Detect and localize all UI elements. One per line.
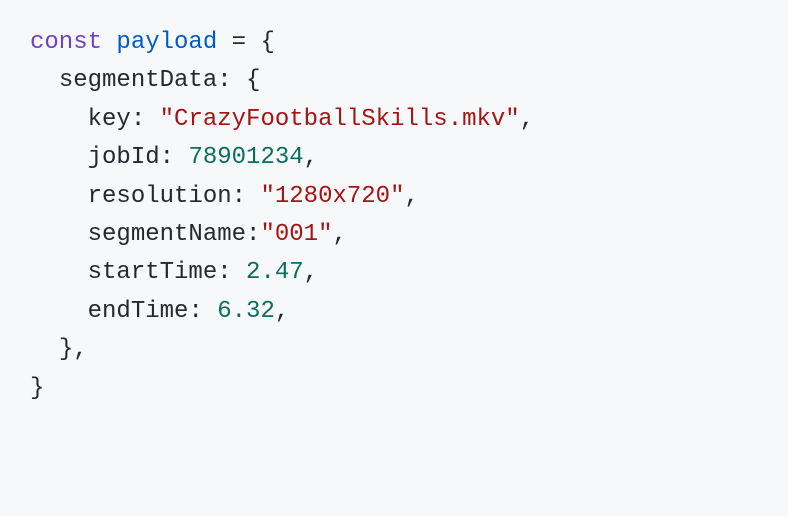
- code-snippet: const payload = { segmentData: { key: "C…: [30, 24, 758, 408]
- string-resolution-value: "1280x720": [260, 183, 404, 210]
- variable-payload: payload: [116, 29, 217, 56]
- comma: ,: [275, 298, 289, 325]
- property-endTime: endTime: [88, 298, 189, 325]
- property-segmentData: segmentData: [59, 67, 217, 94]
- colon: :: [188, 298, 202, 325]
- number-endTime-value: 6.32: [217, 298, 275, 325]
- colon: :: [217, 67, 231, 94]
- colon: :: [217, 259, 231, 286]
- brace-close: }: [30, 375, 44, 402]
- colon: :: [160, 144, 174, 171]
- comma: ,: [304, 259, 318, 286]
- string-key-value: "CrazyFootballSkills.mkv": [160, 106, 520, 133]
- colon: :: [246, 221, 260, 248]
- keyword-const: const: [30, 29, 102, 56]
- property-segmentName: segmentName: [88, 221, 246, 248]
- number-startTime-value: 2.47: [246, 259, 304, 286]
- property-resolution: resolution: [88, 183, 232, 210]
- colon: :: [131, 106, 145, 133]
- property-key: key: [88, 106, 131, 133]
- string-segmentName-value: "001": [260, 221, 332, 248]
- comma: ,: [520, 106, 534, 133]
- number-jobId-value: 78901234: [188, 144, 303, 171]
- brace-close: }: [59, 336, 73, 363]
- property-startTime: startTime: [88, 259, 218, 286]
- comma: ,: [332, 221, 346, 248]
- comma: ,: [304, 144, 318, 171]
- property-jobId: jobId: [88, 144, 160, 171]
- brace-open: {: [246, 67, 260, 94]
- equals-operator: =: [232, 29, 246, 56]
- brace-open: {: [260, 29, 274, 56]
- comma: ,: [73, 336, 87, 363]
- colon: :: [232, 183, 246, 210]
- comma: ,: [404, 183, 418, 210]
